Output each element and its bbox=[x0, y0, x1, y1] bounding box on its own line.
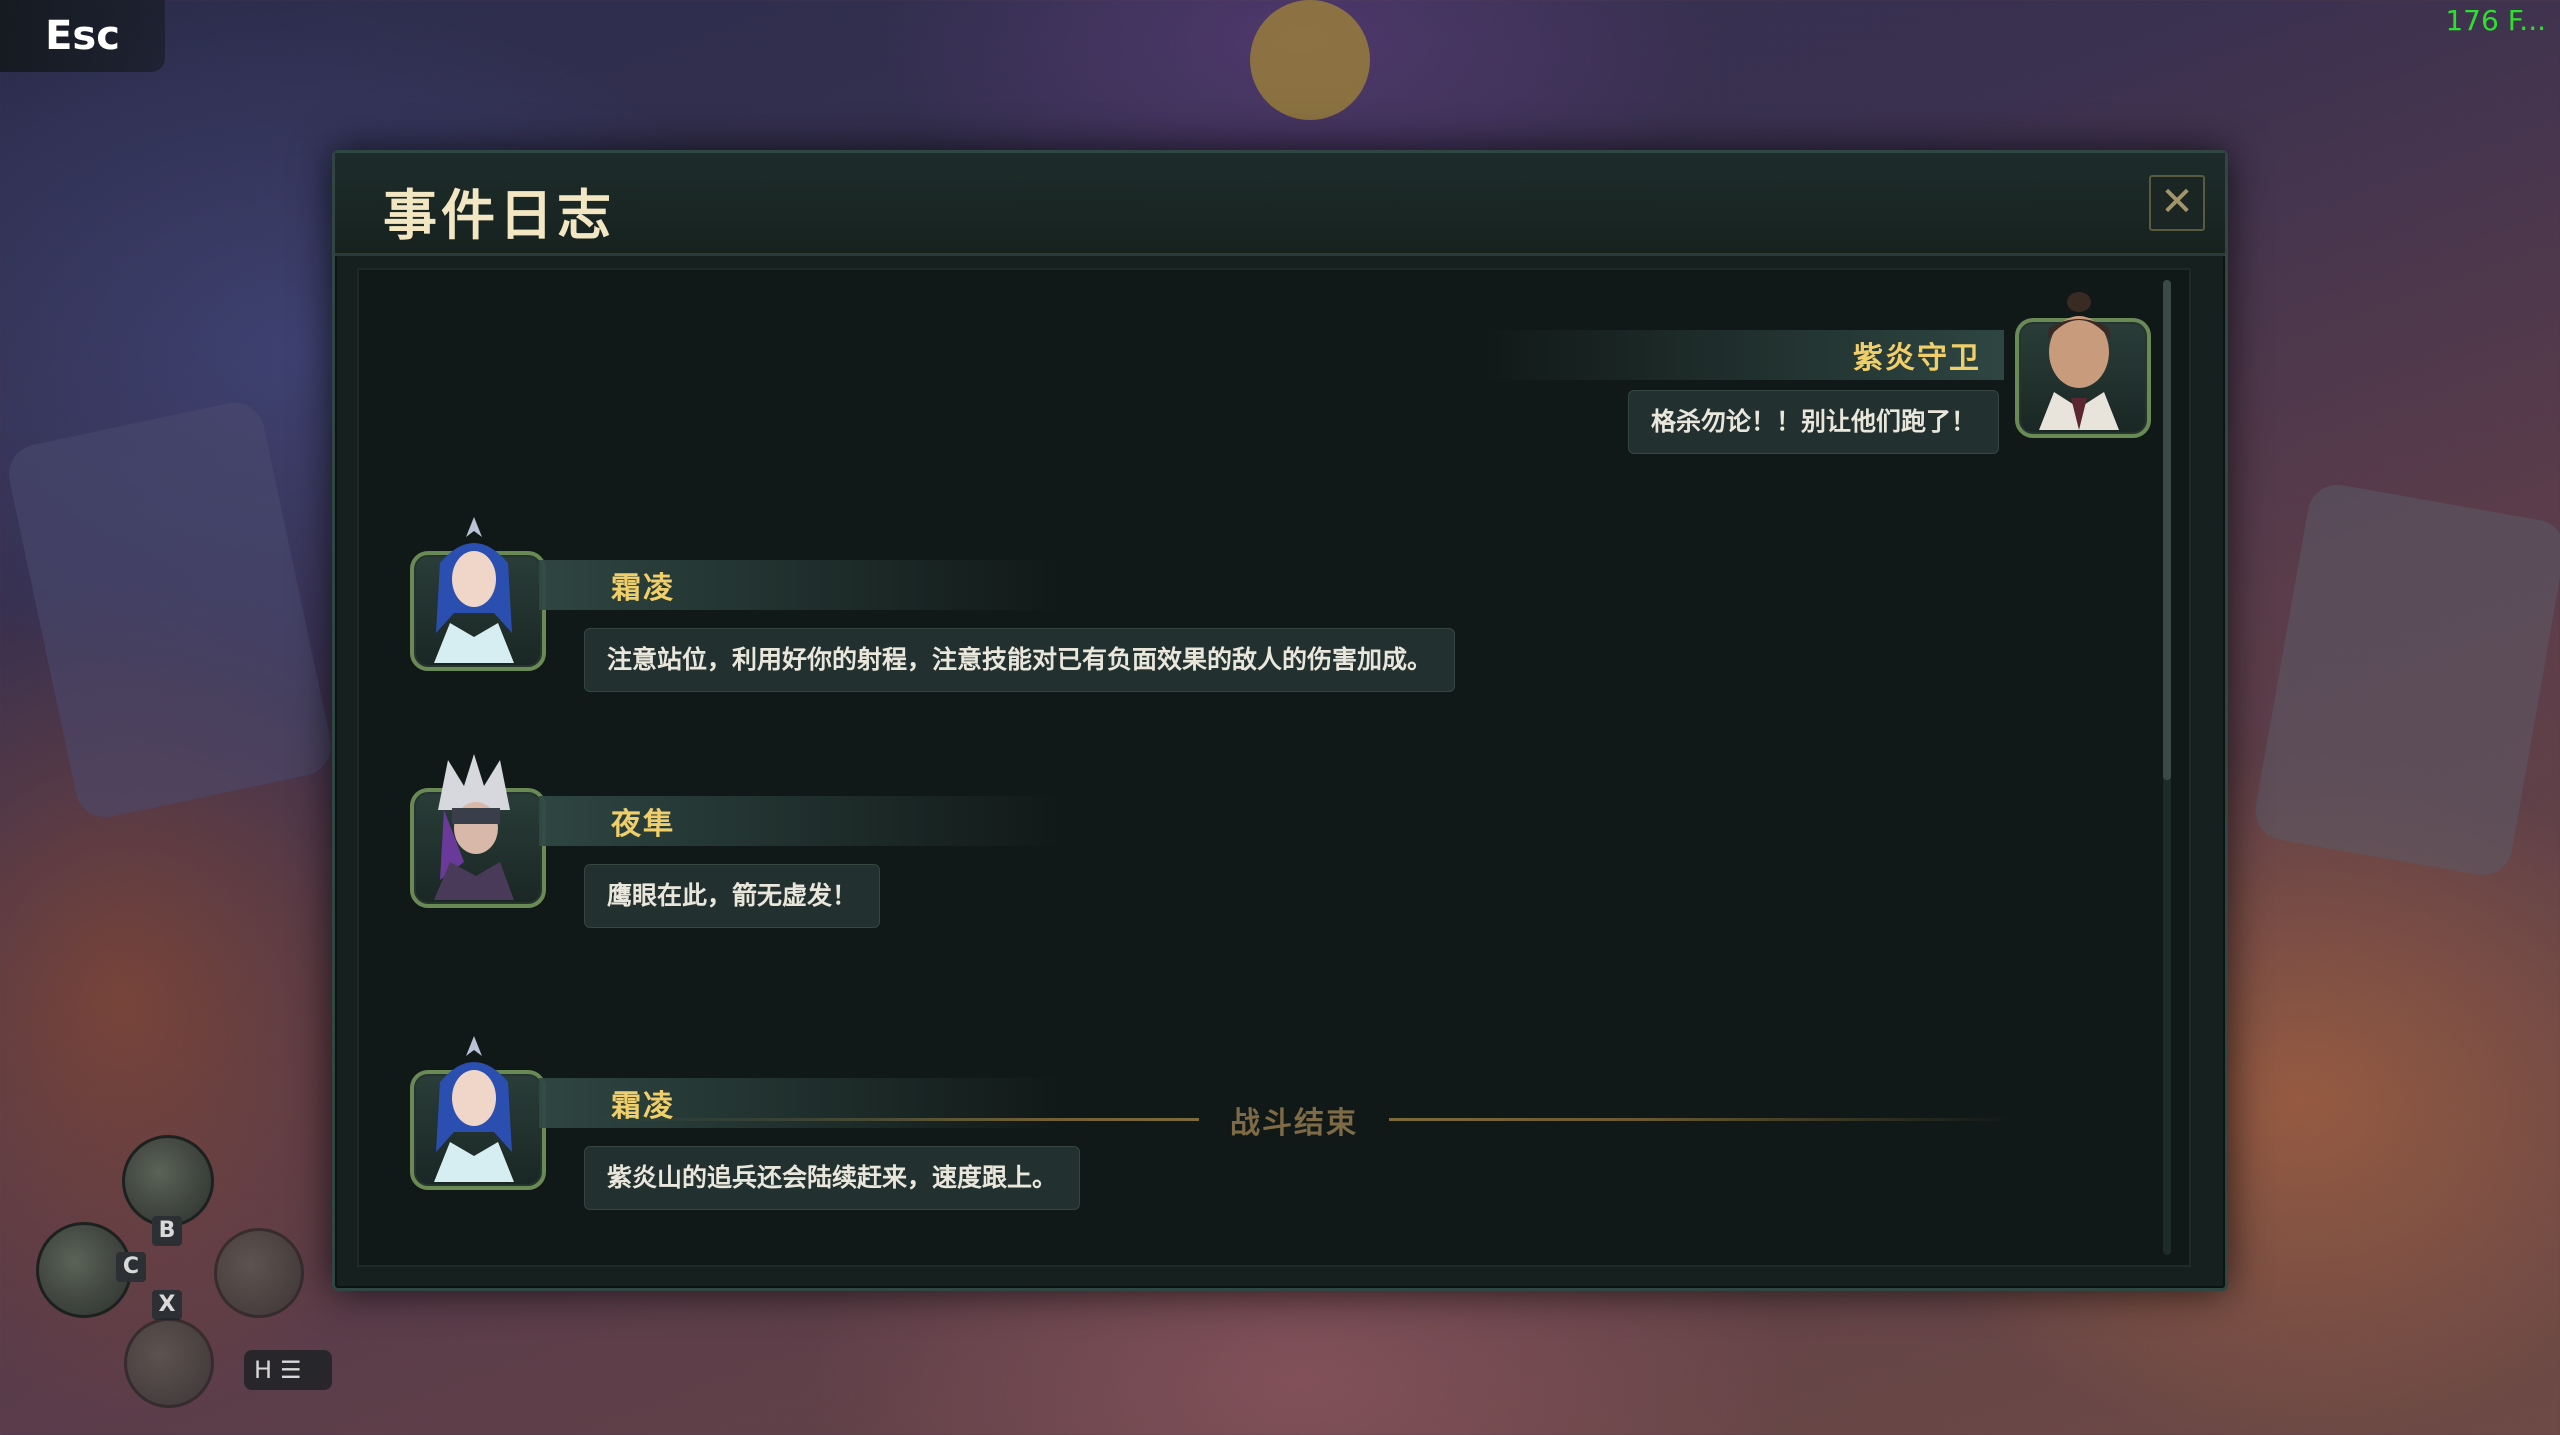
dialogue-bubble: 紫炎山的追兵还会陆续赶来，速度跟上。 bbox=[584, 1146, 1081, 1210]
key-hint-c: C bbox=[116, 1252, 146, 1282]
dialogue-bubble: 注意站位，利用好你的射程，注意技能对已有负面效果的敌人的伤害加成。 bbox=[584, 628, 1456, 692]
hud-empty-slot[interactable] bbox=[124, 1318, 214, 1408]
key-hint-x: X bbox=[152, 1290, 182, 1320]
background-rock bbox=[3, 397, 337, 823]
close-icon: ✕ bbox=[2160, 179, 2194, 225]
blue-hair-woman-portrait bbox=[404, 513, 546, 671]
key-hint-b: B bbox=[152, 1216, 182, 1246]
list-icon: ☰ bbox=[280, 1356, 302, 1384]
background-rock bbox=[1250, 0, 1370, 120]
dialogue-bubble: 格杀勿论！！别让他们跑了！ bbox=[1627, 390, 1999, 454]
masked-archer-portrait bbox=[404, 750, 546, 908]
esc-button[interactable]: Esc bbox=[0, 0, 165, 72]
speaker-name: 霜凌 bbox=[611, 571, 675, 606]
panel-header: 事件日志 ✕ bbox=[335, 153, 2225, 256]
male-guard-portrait bbox=[2009, 280, 2151, 438]
dialogue-bubble: 鹰眼在此，箭无虚发！ bbox=[584, 864, 881, 928]
blue-hair-woman-portrait bbox=[404, 1032, 546, 1190]
speaker-name: 夜隼 bbox=[611, 807, 675, 842]
hud-skill-button-b[interactable] bbox=[122, 1135, 214, 1227]
event-log-panel: 事件日志 ✕ 紫炎守卫 格杀勿论！！别让他们跑了！ 霜凌 注意站位，利用好你的射… bbox=[332, 150, 2228, 1291]
scrollbar[interactable] bbox=[2163, 280, 2171, 1255]
speaker-name: 紫炎守卫 bbox=[1853, 341, 1981, 376]
log-toggle-button[interactable]: H ☰ bbox=[244, 1350, 332, 1390]
panel-title: 事件日志 bbox=[383, 184, 615, 247]
log-list[interactable]: 紫炎守卫 格杀勿论！！别让他们跑了！ 霜凌 注意站位，利用好你的射程，注意技能对… bbox=[357, 268, 2191, 1267]
key-hint-h: H bbox=[254, 1356, 273, 1384]
close-button[interactable]: ✕ bbox=[2149, 175, 2205, 231]
speaker-name: 霜凌 bbox=[611, 1089, 675, 1124]
fps-counter: 176 F... bbox=[2445, 4, 2546, 37]
scroll-thumb[interactable] bbox=[2163, 280, 2171, 780]
hud-empty-slot[interactable] bbox=[214, 1228, 304, 1318]
background-rock bbox=[2250, 480, 2560, 880]
